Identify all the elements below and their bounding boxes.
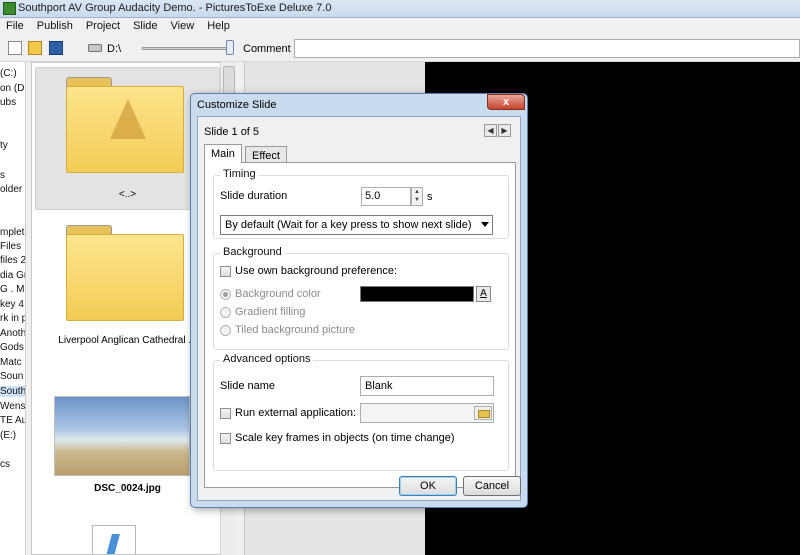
main-tab-panel: Timing Slide duration 5.0 ▲ ▼ s By defaul… — [204, 162, 516, 488]
dialog-title: Customize Slide — [197, 99, 277, 111]
advanced-options-label: Advanced options — [220, 353, 314, 365]
close-button[interactable]: x — [487, 94, 525, 110]
timing-label: Timing — [220, 168, 259, 180]
ok-button[interactable]: OK — [399, 476, 457, 496]
scale-key-frames-label: Scale key frames in objects (on time cha… — [235, 432, 455, 444]
image-thumbnail[interactable] — [54, 396, 190, 476]
tree-item[interactable]: TE Au — [0, 415, 25, 426]
dialog-body: Slide 1 of 5 ◀ ▶ Main Effect Timing Slid… — [197, 116, 521, 501]
scale-key-frames-checkbox[interactable] — [220, 433, 231, 444]
title-bar: Southport AV Group Audacity Demo. - Pict… — [0, 0, 800, 18]
parent-folder-icon[interactable] — [66, 77, 184, 173]
menu-publish[interactable]: Publish — [31, 18, 80, 35]
save-icon[interactable] — [49, 41, 63, 55]
timing-mode-value: By default (Wait for a key press to show… — [225, 219, 472, 231]
drive-icon[interactable] — [88, 44, 102, 52]
customize-slide-dialog: Customize Slide x Slide 1 of 5 ◀ ▶ Main … — [190, 93, 528, 508]
file-icon[interactable] — [92, 525, 136, 554]
tree-item[interactable]: South — [0, 386, 25, 397]
tree-item[interactable]: key 4 — [0, 299, 24, 310]
new-project-icon[interactable] — [8, 41, 22, 55]
tree-item[interactable]: s — [0, 170, 5, 181]
gradient-filling-radio[interactable] — [220, 307, 231, 318]
tree-item[interactable]: rk in p — [0, 313, 25, 324]
tree-item[interactable]: Wens — [0, 401, 25, 412]
menu-help[interactable]: Help — [201, 18, 237, 35]
slide-name-input[interactable]: Blank — [360, 376, 494, 396]
tab-main[interactable]: Main — [204, 144, 242, 163]
slide-name-label: Slide name — [220, 380, 276, 392]
tree-item[interactable]: (C:) — [0, 68, 17, 79]
menu-slide[interactable]: Slide — [127, 18, 164, 35]
cancel-button[interactable]: Cancel — [463, 476, 521, 496]
menu-view[interactable]: View — [165, 18, 202, 35]
tree-item[interactable]: Gods — [0, 342, 24, 353]
background-color-swatch[interactable] — [360, 286, 474, 302]
app-icon — [3, 2, 16, 15]
tree-item[interactable]: cs — [0, 459, 10, 470]
run-external-label: Run external application: — [235, 407, 357, 419]
menu-bar: File Publish Project Slide View Help — [0, 18, 800, 35]
color-picker-button[interactable]: A — [476, 286, 491, 302]
use-own-background-checkbox[interactable] — [220, 266, 231, 277]
prev-slide-button[interactable]: ◀ — [484, 124, 497, 137]
background-label: Background — [220, 246, 285, 258]
gradient-filling-label: Gradient filling — [235, 306, 306, 318]
drive-label[interactable]: D:\ — [107, 43, 121, 55]
duration-label: Slide duration — [220, 190, 288, 202]
tree-item[interactable]: G . MC — [0, 284, 25, 295]
browse-folder-icon[interactable] — [474, 406, 492, 420]
tree-item[interactable]: dia Gr — [0, 270, 25, 281]
run-external-checkbox[interactable] — [220, 408, 231, 419]
advanced-options-group: Advanced options Slide name Blank Run ex… — [213, 353, 509, 471]
toolbar: D:\ Comment — [0, 36, 800, 62]
tree-item[interactable]: Matc — [0, 357, 22, 368]
open-folder-icon[interactable] — [28, 41, 42, 55]
next-slide-button[interactable]: ▶ — [498, 124, 511, 137]
background-color-radio[interactable] — [220, 289, 231, 300]
chevron-down-icon — [481, 222, 489, 227]
tree-item[interactable]: ty — [0, 140, 8, 151]
tree-item[interactable]: Soun — [0, 371, 23, 382]
tree-item[interactable]: on (D: — [0, 83, 25, 94]
tree-item[interactable]: ubs — [0, 97, 16, 108]
thumbnail-size-slider[interactable] — [142, 47, 234, 50]
tree-item[interactable]: Anoth — [0, 328, 25, 339]
comment-input[interactable] — [294, 39, 800, 58]
comment-label: Comment — [243, 43, 291, 55]
background-group: Background Use own background preference… — [213, 246, 509, 350]
slider-thumb[interactable] — [226, 40, 234, 55]
slide-counter: Slide 1 of 5 — [204, 126, 260, 138]
duration-input[interactable]: 5.0 — [361, 187, 411, 206]
tree-item[interactable]: mplet — [0, 227, 24, 238]
tree-item[interactable]: older — [0, 184, 22, 195]
tree-item[interactable]: (E:) — [0, 430, 16, 441]
folder-tree[interactable]: (C:) on (D: ubs ty s older mplet Files files 2 d… — [0, 62, 26, 555]
menu-file[interactable]: File — [0, 18, 31, 35]
tiled-picture-label: Tiled background picture — [235, 324, 356, 336]
timing-group: Timing Slide duration 5.0 ▲ ▼ s By defaul… — [213, 168, 509, 239]
timing-mode-select[interactable]: By default (Wait for a key press to show… — [220, 215, 493, 235]
duration-unit: s — [427, 191, 433, 203]
tiled-picture-radio[interactable] — [220, 325, 231, 336]
duration-spinner[interactable]: ▲ ▼ — [411, 187, 423, 206]
use-own-background-label: Use own background preference: — [235, 265, 398, 277]
tree-item[interactable]: files 2 — [0, 255, 25, 266]
menu-project[interactable]: Project — [80, 18, 127, 35]
tree-item[interactable]: Files — [0, 241, 21, 252]
background-color-label: Background color — [235, 288, 321, 300]
folder-icon[interactable] — [66, 225, 184, 321]
window-title: Southport AV Group Audacity Demo. - Pict… — [18, 2, 332, 14]
